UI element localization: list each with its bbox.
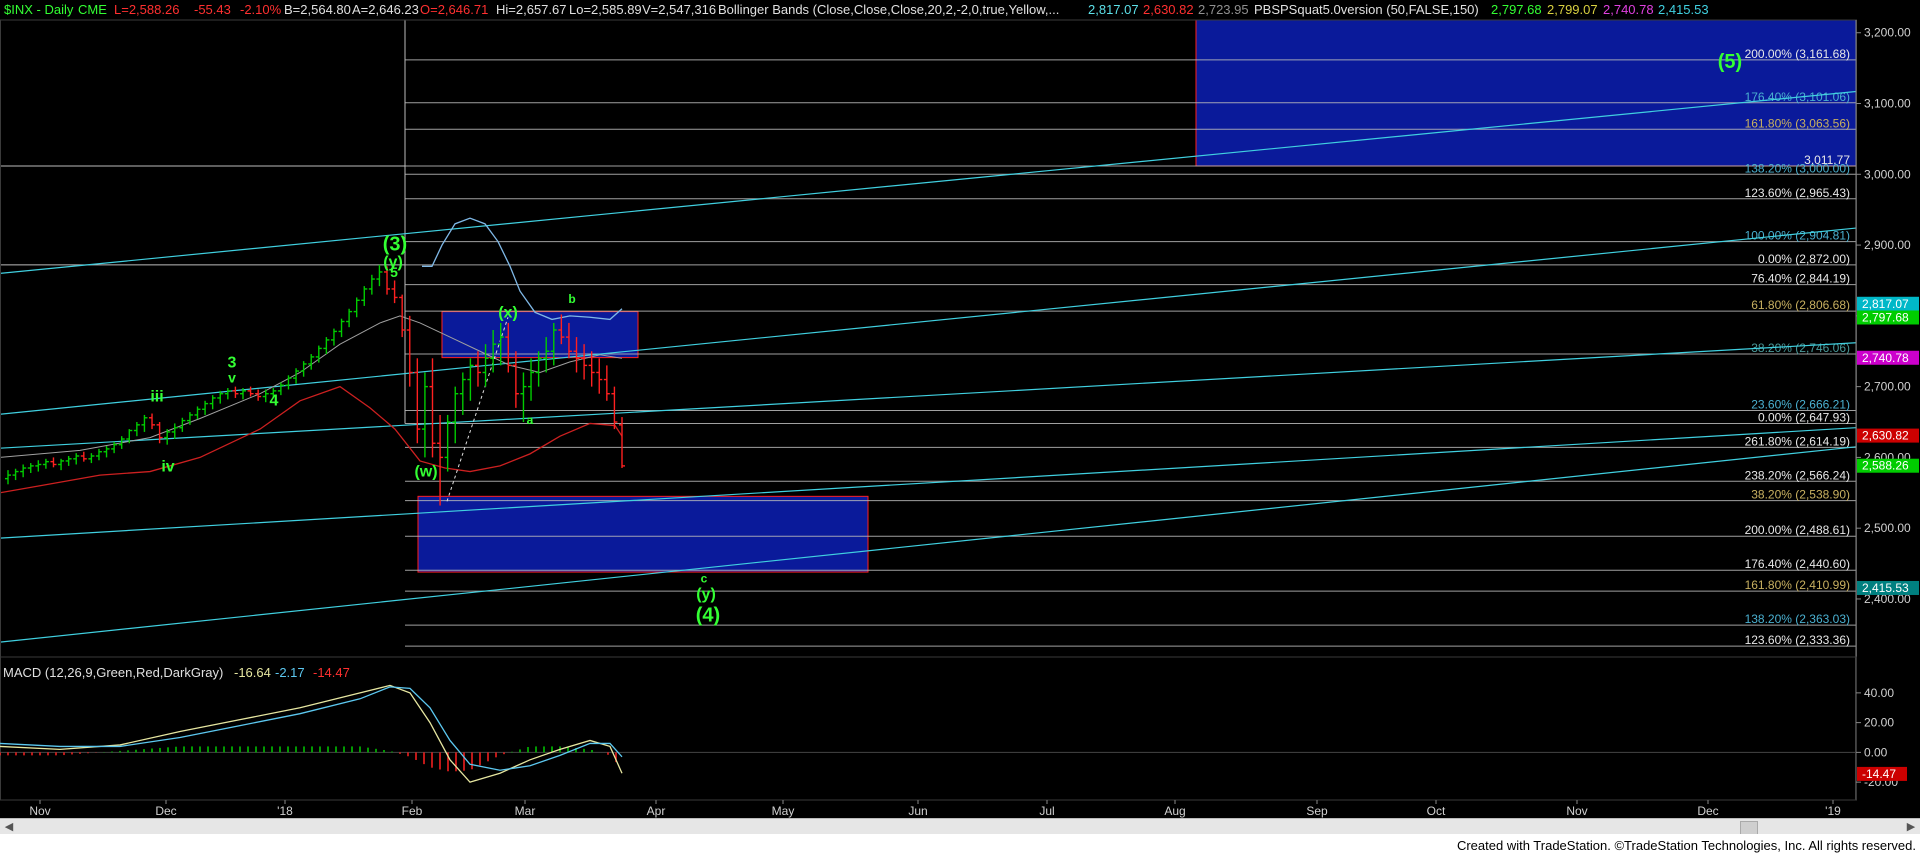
wave-label: a	[527, 413, 534, 427]
target-box	[441, 311, 639, 359]
header-bb-upper: 2,817.07	[1088, 2, 1139, 17]
macd-header-v1: -16.64	[234, 665, 271, 680]
time-tick-label: Feb	[402, 804, 423, 818]
wave-label: 5	[390, 264, 398, 280]
fib-label: 0.00% (2,647.93)	[1758, 410, 1850, 424]
header-change-pct: -2.10%	[240, 2, 282, 17]
time-tick-label: Nov	[29, 804, 50, 818]
header-bid: B=2,564.80	[284, 2, 351, 17]
price-badge-text: 2,630.82	[1862, 429, 1909, 443]
price-chart[interactable]: 200.00% (3,161.68)176.40% (3,101.06)161.…	[0, 0, 1920, 858]
wave-label: (4)	[696, 605, 720, 627]
time-tick-label: Jul	[1039, 804, 1054, 818]
footer: Created with TradeStation. ©TradeStation…	[0, 834, 1920, 858]
wave-label: c	[701, 572, 708, 586]
header-change: -55.43	[194, 2, 231, 17]
time-tick-label: '19	[1825, 804, 1841, 818]
scroll-thumb[interactable]	[1740, 821, 1758, 835]
fib-label: 76.40% (2,844.19)	[1751, 272, 1850, 286]
time-tick-label: Mar	[515, 804, 536, 818]
macd-tick-label: 0.00	[1864, 745, 1888, 759]
fib-label: 200.00% (2,488.61)	[1745, 523, 1850, 537]
macd-header-v2: -2.17	[275, 665, 305, 680]
price-tick-label: 2,900.00	[1864, 238, 1911, 252]
fib-label: 123.60% (2,333.36)	[1745, 633, 1850, 647]
wave-label: (3)	[383, 234, 407, 256]
header-volume: V=2,547,316	[642, 2, 716, 17]
wave-label: (x)	[498, 304, 518, 321]
header-ask: A=2,646.23	[352, 2, 419, 17]
price-badge-text: 2,588.26	[1862, 459, 1909, 473]
header-last: L=2,588.26	[114, 2, 179, 17]
price-badge-text: 2,740.78	[1862, 351, 1909, 365]
time-tick-label: Nov	[1566, 804, 1587, 818]
fib-label: 123.60% (2,965.43)	[1745, 186, 1850, 200]
time-tick-label: May	[772, 804, 795, 818]
macd-tick-label: 20.00	[1864, 716, 1894, 730]
fib-label: 261.80% (2,614.19)	[1745, 434, 1850, 448]
wave-label: iv	[161, 459, 174, 476]
wave-label: iii	[150, 388, 163, 405]
target-box	[417, 495, 869, 573]
time-tick-label: Oct	[1427, 804, 1446, 818]
price-tick-label: 3,200.00	[1864, 26, 1911, 40]
fib-label: 61.80% (2,806.68)	[1751, 298, 1850, 312]
header-exchange: CME	[78, 2, 107, 17]
price-tick-label: 2,500.00	[1864, 521, 1911, 535]
scroll-left-icon[interactable]: ◀	[2, 820, 16, 834]
header-pbs-v4: 2,415.53	[1658, 2, 1709, 17]
wave-label: 4	[270, 393, 279, 410]
header-bb-mid: 2,723.95	[1198, 2, 1249, 17]
wave-label: (y)	[696, 586, 716, 603]
header-open: O=2,646.71	[420, 2, 488, 17]
time-tick-label: Sep	[1306, 804, 1328, 818]
fib-label: 161.80% (3,063.56)	[1745, 116, 1850, 130]
time-tick-label: Apr	[647, 804, 666, 818]
time-tick-label: Aug	[1164, 804, 1185, 818]
time-tick-label: '18	[277, 804, 293, 818]
fib-label: 238.20% (2,566.24)	[1745, 468, 1850, 482]
wave-label: v	[228, 369, 236, 385]
price-tick-label: 3,000.00	[1864, 167, 1911, 181]
wave-label: (w)	[414, 464, 437, 481]
fib-label: 38.20% (2,538.90)	[1751, 488, 1850, 502]
fib-label: 176.40% (2,440.60)	[1745, 557, 1850, 571]
header-bb-lower: 2,630.82	[1143, 2, 1194, 17]
macd-badge-text: -14.47	[1862, 767, 1896, 781]
price-badge-text: 2,797.68	[1862, 310, 1909, 324]
time-tick-label: Jun	[908, 804, 927, 818]
header-bb-label: Bollinger Bands (Close,Close,Close,20,2,…	[718, 2, 1059, 17]
wave-label: b	[568, 292, 575, 306]
fib-label: 161.80% (2,410.99)	[1745, 578, 1850, 592]
header-pbs-v2: 2,799.07	[1547, 2, 1598, 17]
footer-credit: Created with TradeStation. ©TradeStation…	[1456, 838, 1916, 853]
time-tick-label: Dec	[155, 804, 176, 818]
price-tick-label: 3,100.00	[1864, 97, 1911, 111]
macd-header-v3: -14.47	[313, 665, 350, 680]
header-pbs-v1: 2,797.68	[1491, 2, 1542, 17]
header-high: Hi=2,657.67	[496, 2, 566, 17]
header-symbol: $INX - Daily	[4, 2, 74, 17]
macd-tick-label: 40.00	[1864, 686, 1894, 700]
macd-header-label: MACD (12,26,9,Green,Red,DarkGray)	[3, 665, 223, 680]
wave-label: (5)	[1718, 51, 1742, 73]
header-low: Lo=2,585.89	[569, 2, 642, 17]
fib-label: 23.60% (2,666.21)	[1751, 398, 1850, 412]
fib-label: 138.20% (2,363.03)	[1745, 612, 1850, 626]
fib-label: 200.00% (3,161.68)	[1745, 47, 1850, 61]
header-pbs-label: PBSPSquat5.0version (50,FALSE,150)	[1254, 2, 1479, 17]
header-pbs-v3: 2,740.78	[1603, 2, 1654, 17]
fib-label: 0.00% (2,872.00)	[1758, 252, 1850, 266]
price-badge-text: 2,817.07	[1862, 297, 1909, 311]
price-tick-label: 2,700.00	[1864, 380, 1911, 394]
time-tick-label: Dec	[1697, 804, 1718, 818]
horizontal-scrollbar[interactable]: ◀ ▶	[0, 818, 1920, 835]
fib-label: 138.20% (3,000.00)	[1745, 161, 1850, 175]
scroll-right-icon[interactable]: ▶	[1904, 820, 1918, 834]
price-badge-text: 2,415.53	[1862, 581, 1909, 595]
